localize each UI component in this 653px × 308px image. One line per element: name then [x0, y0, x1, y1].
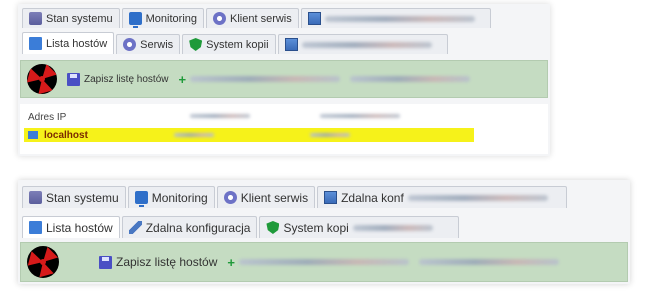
radiation-logo-icon	[27, 246, 59, 278]
blurred-text	[238, 259, 409, 265]
gear-icon	[213, 12, 226, 25]
host-list: Adres IP localhost	[20, 104, 548, 154]
tab-label: Lista hostów	[46, 37, 108, 50]
tab-label: Klient serwis	[240, 190, 309, 205]
radiation-logo-icon	[27, 64, 57, 94]
top-window: Stan systemu Monitoring Klient serwis Li…	[18, 4, 550, 156]
tab-label: Monitoring	[145, 12, 197, 25]
save-host-list-button[interactable]: Zapisz listę hostów	[67, 72, 169, 86]
tab-backup-system[interactable]: System kopii	[182, 34, 276, 54]
plus-icon: +	[178, 71, 187, 87]
remote-desktop-icon	[284, 38, 298, 51]
monitor-icon	[128, 12, 142, 28]
toolbar: Zapisz listę hostów +	[20, 242, 628, 282]
tab-label: Zdalna konf	[341, 190, 404, 205]
save-icon	[67, 72, 80, 86]
tab-monitoring[interactable]: Monitoring	[127, 186, 215, 208]
tab-label: Serwis	[140, 38, 174, 51]
remote-desktop-icon	[307, 12, 321, 25]
tab-label: Stan systemu	[46, 12, 113, 25]
blurred-text	[320, 114, 400, 118]
list-icon	[29, 37, 42, 50]
system-status-icon	[29, 191, 42, 204]
tab-row-primary: Stan systemu Monitoring Klient serwis Zd…	[18, 182, 630, 208]
column-header-ip: Adres IP	[28, 112, 67, 123]
monitor-icon	[134, 191, 148, 207]
blurred-text	[407, 194, 548, 201]
tab-label: Lista hostów	[46, 220, 113, 235]
shield-icon	[266, 221, 280, 234]
tab-host-list[interactable]: Lista hostów	[22, 32, 115, 54]
blurred-text	[301, 41, 432, 48]
tab-label: Monitoring	[151, 190, 208, 205]
shield-icon	[189, 38, 203, 51]
tab-system-status[interactable]: Stan systemu	[22, 186, 126, 208]
blurred-text	[350, 76, 471, 82]
save-host-list-button[interactable]: Zapisz listę hostów	[99, 255, 217, 269]
tab-remote-configuration[interactable]: Zdalna konfiguracja	[121, 216, 258, 238]
gear-icon	[223, 191, 237, 204]
tab-remote-2[interactable]	[277, 34, 448, 54]
blurred-text	[324, 15, 475, 22]
tab-row-primary: Stan systemu Monitoring Klient serwis	[18, 4, 550, 28]
blurred-text	[190, 114, 250, 118]
tab-service[interactable]: Serwis	[116, 34, 181, 54]
blurred-text	[418, 259, 559, 265]
tab-service-client[interactable]: Klient serwis	[206, 8, 299, 28]
remote-desktop-icon	[324, 191, 338, 204]
tab-monitoring[interactable]: Monitoring	[121, 8, 204, 28]
tab-service-client[interactable]: Klient serwis	[216, 186, 316, 208]
wrench-icon	[128, 221, 142, 234]
tab-row-secondary: Lista hostów Serwis System kopii	[18, 30, 550, 54]
save-icon	[99, 255, 112, 269]
host-icon	[28, 131, 38, 139]
blurred-text	[309, 133, 350, 137]
host-name: localhost	[44, 129, 88, 141]
tab-remote-config[interactable]: Zdalna konf	[317, 186, 568, 208]
tab-label: System kopii	[206, 38, 269, 51]
tab-remote[interactable]	[300, 8, 491, 28]
save-label: Zapisz listę hostów	[116, 255, 218, 269]
tab-system-status[interactable]: Stan systemu	[22, 8, 120, 28]
list-icon	[29, 221, 42, 234]
blurred-text	[173, 133, 214, 137]
gear-icon	[123, 38, 137, 51]
blurred-text	[352, 224, 433, 231]
tab-label: System kopi	[283, 220, 349, 235]
tab-backup-system[interactable]: System kopi	[259, 216, 460, 238]
tab-label: Stan systemu	[46, 190, 119, 205]
toolbar: Zapisz listę hostów +	[20, 60, 548, 98]
table-row[interactable]: localhost	[24, 128, 474, 142]
system-status-icon	[29, 12, 42, 25]
plus-icon: +	[227, 254, 235, 270]
blurred-text	[190, 76, 341, 82]
save-label: Zapisz listę hostów	[84, 73, 169, 85]
add-host-button[interactable]: +	[227, 256, 409, 269]
tab-host-list[interactable]: Lista hostów	[22, 216, 120, 238]
tab-label: Zdalna konfiguracja	[145, 220, 251, 235]
bottom-window: Stan systemu Monitoring Klient serwis Zd…	[18, 180, 630, 284]
tab-label: Klient serwis	[230, 12, 292, 25]
tab-row-secondary: Lista hostów Zdalna konfiguracja System …	[18, 212, 630, 238]
add-host-button[interactable]: +	[178, 71, 341, 87]
